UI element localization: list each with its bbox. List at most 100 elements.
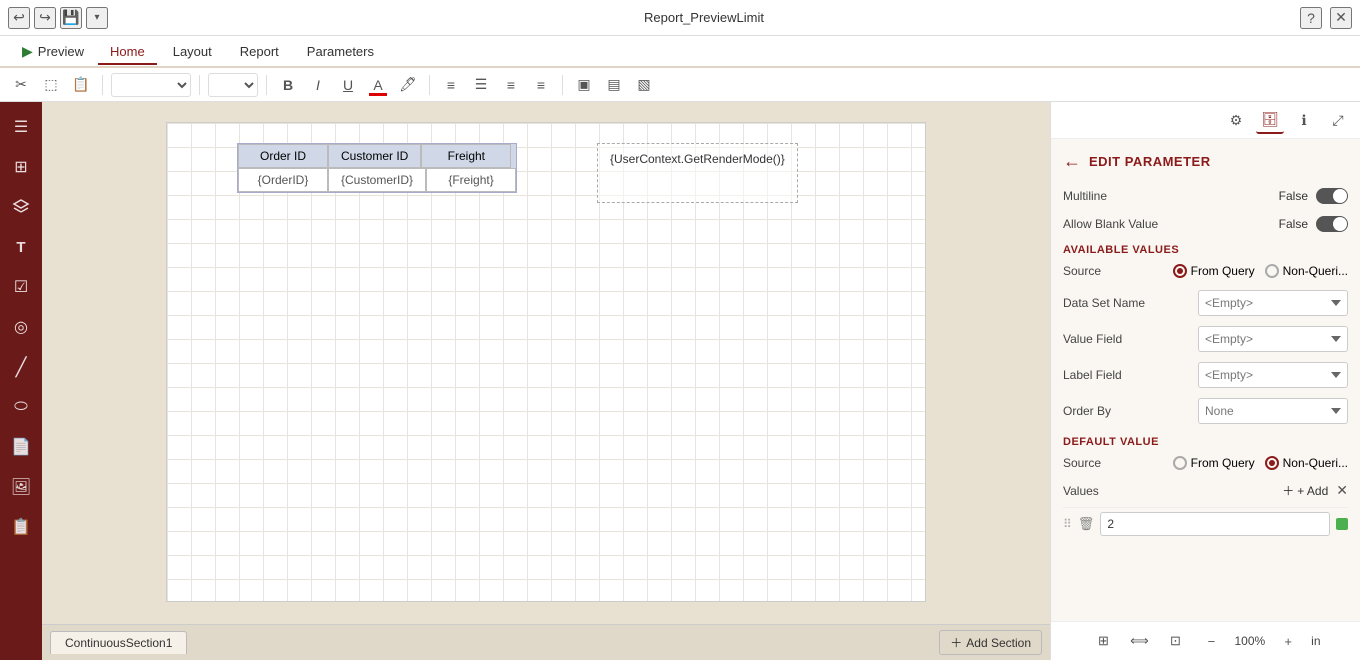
value-input-1[interactable] [1100,512,1330,536]
report-canvas[interactable]: Order ID Customer ID Freight {OrderID} {… [166,122,926,602]
multiline-toggle[interactable] [1316,188,1348,204]
plus-icon: ＋ [950,634,962,651]
underline-button[interactable]: U [335,72,361,98]
align-left-button[interactable]: ≡ [438,72,464,98]
non-query-radio-available[interactable] [1265,264,1279,278]
separator-5 [562,75,563,95]
menu-item-home[interactable]: Home [98,40,157,65]
multiline-right: False [1279,188,1348,204]
font-size-select[interactable] [208,73,258,97]
format-button-3[interactable]: ▧ [631,72,657,98]
drag-handle-icon[interactable]: ⠿ [1063,517,1072,531]
close-values-button[interactable]: ✕ [1336,482,1348,499]
available-source-radios: From Query Non-Queri... [1173,264,1348,278]
separator-3 [266,75,267,95]
text-widget[interactable]: {UserContext.GetRenderMode()} [597,143,798,203]
section-tab-continuous1[interactable]: ContinuousSection1 [50,631,187,654]
dataset-name-select[interactable]: <Empty> [1198,290,1348,316]
play-icon: ▶ [22,43,33,60]
zoom-out-button[interactable]: − [1198,628,1224,654]
sidebar-image-icon[interactable]: 🖼 [4,470,38,504]
sidebar-shape-icon[interactable]: ⬭ [4,390,38,424]
font-family-select[interactable] [111,73,191,97]
align-right-button[interactable]: ≡ [498,72,524,98]
title-bar-right: ? ✕ [1300,7,1352,29]
bold-button[interactable]: B [275,72,301,98]
justify-button[interactable]: ≡ [528,72,554,98]
settings-panel-icon[interactable]: ⚙ [1222,106,1250,134]
cut-button[interactable]: ✂ [8,72,34,98]
table-header-row: Order ID Customer ID Freight [238,144,516,168]
redo-button[interactable]: ↪ [34,7,56,29]
allow-blank-right: False [1279,216,1348,232]
value-field-select[interactable]: <Empty> [1198,326,1348,352]
from-query-radio-available[interactable] [1173,264,1187,278]
highlight-button[interactable]: 🖊 [395,72,421,98]
non-query-option-default[interactable]: Non-Queri... [1265,456,1348,470]
copy-button[interactable]: ⬚ [38,72,64,98]
add-section-button[interactable]: ＋ Add Section [939,630,1042,655]
format-button-2[interactable]: ▤ [601,72,627,98]
format-button-1[interactable]: ▣ [571,72,597,98]
undo-button[interactable]: ↩ [8,7,30,29]
non-query-radio-default[interactable] [1265,456,1279,470]
align-center-button[interactable]: ☰ [468,72,494,98]
multiline-value: False [1279,189,1308,203]
add-value-button[interactable]: ＋ + Add [1282,482,1328,499]
sidebar-org-icon[interactable]: ⊞ [4,150,38,184]
sidebar-menu-icon[interactable]: ☰ [4,110,38,144]
grid-tool-icon[interactable]: ⊞ [1090,628,1116,654]
table-cell-orderid: {OrderID} [238,168,328,192]
non-query-option-available[interactable]: Non-Queri... [1265,264,1348,278]
canvas-content[interactable]: Order ID Customer ID Freight {OrderID} {… [42,102,1050,624]
grid-overlay [167,123,925,601]
zoom-in-button[interactable]: + [1275,628,1301,654]
sidebar-target-icon[interactable]: ◎ [4,310,38,344]
preview-label: Preview [38,44,84,59]
data-table[interactable]: Order ID Customer ID Freight {OrderID} {… [237,143,517,193]
help-button[interactable]: ? [1300,7,1322,29]
from-query-option-available[interactable]: From Query [1173,264,1255,278]
menu-item-parameters[interactable]: Parameters [295,40,386,65]
separator-1 [102,75,103,95]
delete-value-button[interactable]: 🗑 [1078,516,1095,532]
align-tool-icon[interactable]: ⟺ [1126,628,1152,654]
order-by-select[interactable]: None [1198,398,1348,424]
close-button[interactable]: ✕ [1330,7,1352,29]
separator-2 [199,75,200,95]
toggle-knob [1333,189,1347,203]
zoom-level: 100% [1234,634,1265,648]
preview-button[interactable]: ▶ Preview [12,40,94,63]
info-panel-icon[interactable]: ℹ [1290,106,1318,134]
allow-blank-toggle[interactable] [1316,216,1348,232]
sidebar-text-icon[interactable]: T [4,230,38,264]
save-button[interactable]: 💾 [60,7,82,29]
menu-item-report[interactable]: Report [228,40,291,65]
size-tool-icon[interactable]: ⊡ [1162,628,1188,654]
label-field-select[interactable]: <Empty> [1198,362,1348,388]
menu-item-layout[interactable]: Layout [161,40,224,65]
back-button[interactable]: ← [1063,151,1081,172]
title-bar-left: ↩ ↪ 💾 ▾ [8,7,108,29]
menu-bar: ▶ Preview Home Layout Report Parameters [0,36,1360,68]
from-query-option-default[interactable]: From Query [1173,456,1255,470]
title-bar: ↩ ↪ 💾 ▾ Report_PreviewLimit ? ✕ [0,0,1360,36]
italic-button[interactable]: I [305,72,331,98]
table-data-row: {OrderID} {CustomerID} {Freight} [238,168,516,192]
main-area: ☰ ⊞ T ☑ ◎ ╱ ⬭ 📄 🖼 📋 Order ID [0,102,1360,660]
sidebar-page-icon[interactable]: 📋 [4,510,38,544]
save-dropdown-button[interactable]: ▾ [86,7,108,29]
label-field-row: Label Field <Empty> [1063,362,1348,388]
font-color-button[interactable]: A [365,72,391,98]
order-by-label: Order By [1063,404,1111,418]
sidebar-line-icon[interactable]: ╱ [4,350,38,384]
sidebar-layers-icon[interactable] [4,190,38,224]
expand-panel-icon[interactable]: ⤢ [1324,106,1352,134]
from-query-radio-default[interactable] [1173,456,1187,470]
sidebar-check-icon[interactable]: ☑ [4,270,38,304]
sidebar-doc-icon[interactable]: 📄 [4,430,38,464]
panel-content: ← EDIT PARAMETER Multiline False Allow B… [1051,139,1360,621]
data-panel-icon[interactable]: 🗄 [1256,106,1284,134]
paste-button[interactable]: 📋 [68,72,94,98]
window-title: Report_PreviewLimit [116,10,1292,25]
